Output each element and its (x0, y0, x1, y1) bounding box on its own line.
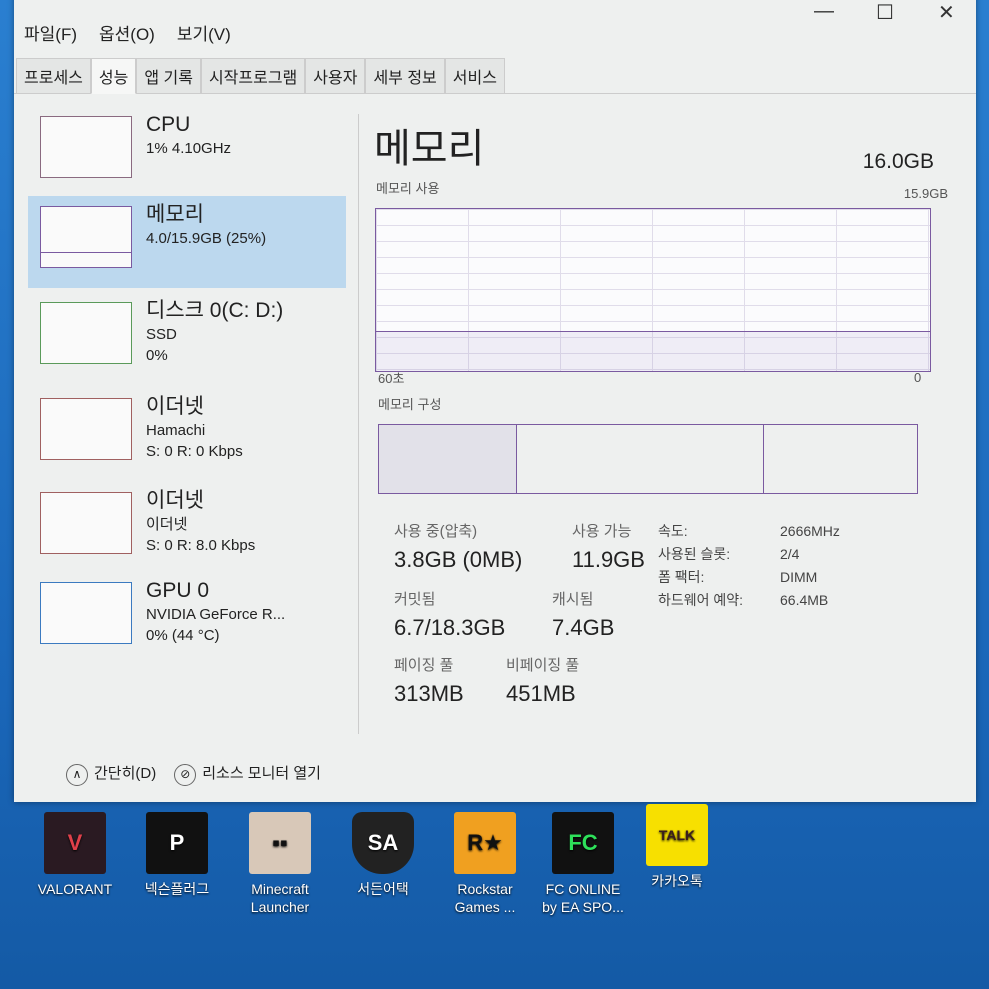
stat-committed: 커밋됨 6.7/18.3GB (394, 591, 506, 640)
stat-nonpaged-pool: 비페이징 풀 451MB (506, 657, 580, 706)
item-line1: 1% 4.10GHz (146, 140, 232, 157)
composition-free (764, 425, 917, 493)
detail-slots: 사용된 슬롯: 2/4 (658, 546, 800, 562)
menu-bar: 파일(F) 옵션(O) 보기(V) (24, 20, 231, 45)
axis-right-label: 0 (914, 370, 922, 385)
item-line1: 이더넷 (146, 516, 188, 533)
gpu-thumbnail (40, 582, 132, 644)
close-button[interactable]: ✕ (938, 0, 955, 25)
item-line2: S: 0 R: 8.0 Kbps (146, 537, 256, 554)
sidebar-item-disk[interactable]: 디스크 0(C: D:) SSD 0% (28, 292, 346, 384)
item-line1: 4.0/15.9GB (25%) (146, 230, 267, 247)
composition-standby (517, 425, 764, 493)
item-title: 이더넷 (146, 395, 204, 418)
nexon-plug-icon: P (146, 812, 208, 874)
rockstar-icon: R★ (454, 812, 516, 874)
resource-monitor-icon: ⊘ (174, 764, 197, 786)
total-memory: 16.0GB (862, 150, 934, 173)
item-title: 메모리 (146, 203, 204, 226)
maximize-button[interactable]: ☐ (876, 0, 894, 25)
desktop-icon-fc-online[interactable]: FC FC ONLINE by EA SPO... (538, 812, 628, 916)
stat-available: 사용 가능 11.9GB (572, 523, 645, 572)
chevron-up-icon: ∧ (66, 764, 88, 786)
item-title: CPU (146, 113, 191, 136)
detail-form-factor: 폼 팩터: DIMM (658, 569, 818, 585)
memory-composition-bar (378, 424, 918, 494)
desktop-icon-valorant[interactable]: V VALORANT (30, 812, 120, 898)
sudden-attack-icon: SA (352, 812, 414, 874)
desktop-icon-sudden-attack[interactable]: SA 서든어택 (338, 812, 428, 898)
sidebar-item-memory[interactable]: 메모리 4.0/15.9GB (25%) (28, 196, 346, 288)
task-manager-window: — ☐ ✕ 파일(F) 옵션(O) 보기(V) 프로세스 성능 앱 기록 시작프… (14, 0, 976, 802)
sidebar-item-gpu[interactable]: GPU 0 NVIDIA GeForce R... 0% (44 °C) (28, 572, 346, 664)
desktop-icon-rockstar[interactable]: R★ Rockstar Games ... (440, 812, 530, 916)
axis-left-label: 60초 (378, 371, 405, 386)
item-line2: 0% (146, 347, 168, 364)
tab-users[interactable]: 사용자 (305, 58, 366, 94)
tab-startup[interactable]: 시작프로그램 (200, 58, 306, 94)
composition-label: 메모리 구성 (378, 397, 442, 412)
tab-services[interactable]: 서비스 (444, 58, 505, 94)
valorant-icon: V (44, 812, 106, 874)
sidebar-item-ethernet-hamachi[interactable]: 이더넷 Hamachi S: 0 R: 0 Kbps (28, 388, 346, 480)
detail-hardware-reserved: 하드웨어 예약: 66.4MB (658, 592, 829, 608)
sidebar-item-cpu[interactable]: CPU 1% 4.10GHz (28, 106, 346, 198)
disk-thumbnail (40, 302, 132, 364)
ethernet-thumbnail (40, 492, 132, 554)
desktop-icon-kakaotalk[interactable]: TALK 카카오톡 (632, 804, 722, 890)
item-line2: 0% (44 °C) (146, 627, 220, 644)
item-line2: S: 0 R: 0 Kbps (146, 443, 243, 460)
fewer-details-button[interactable]: ∧ 간단히(D) (66, 762, 156, 786)
memory-usage-graph (375, 208, 931, 372)
memory-thumbnail (40, 206, 132, 268)
menu-view[interactable]: 보기(V) (177, 20, 231, 45)
tab-details[interactable]: 세부 정보 (365, 58, 445, 94)
item-title: 디스크 0(C: D:) (146, 299, 284, 322)
page-title: 메모리 (374, 127, 485, 171)
open-resource-monitor-link[interactable]: ⊘ 리소스 모니터 열기 (174, 762, 321, 786)
item-line1: SSD (146, 326, 177, 343)
item-line1: Hamachi (146, 422, 206, 439)
item-title: GPU 0 (146, 579, 210, 602)
sidebar-item-ethernet[interactable]: 이더넷 이더넷 S: 0 R: 8.0 Kbps (28, 482, 346, 574)
fc-online-icon: FC (552, 812, 614, 874)
stat-in-use: 사용 중(압축) 3.8GB (0MB) (394, 523, 523, 572)
tab-bar: 프로세스 성능 앱 기록 시작프로그램 사용자 세부 정보 서비스 (16, 58, 505, 94)
menu-file[interactable]: 파일(F) (24, 20, 77, 45)
item-line1: NVIDIA GeForce R... (146, 606, 286, 623)
usage-max: 15.9GB (903, 186, 948, 201)
desktop-icon-nexon-plug[interactable]: P 넥슨플러그 (132, 812, 222, 898)
stat-paged-pool: 페이징 풀 313MB (394, 657, 464, 706)
item-title: 이더넷 (146, 489, 204, 512)
ethernet-thumbnail (40, 398, 132, 460)
desktop-icon-minecraft[interactable]: ▪▪ Minecraft Launcher (235, 812, 325, 916)
stat-cached: 캐시됨 7.4GB (552, 591, 615, 640)
tab-app-history[interactable]: 앱 기록 (136, 58, 201, 94)
tab-performance[interactable]: 성능 (90, 58, 137, 94)
composition-in-use (379, 425, 517, 493)
minimize-button[interactable]: — (814, 0, 834, 23)
minecraft-icon: ▪▪ (249, 812, 311, 874)
usage-label: 메모리 사용 (376, 181, 440, 196)
kakaotalk-icon: TALK (646, 804, 708, 866)
memory-details: 속도: 2666MHz 사용된 슬롯: 2/4 폼 팩터: DIMM 하드웨어 예약:… (658, 520, 840, 612)
tab-processes[interactable]: 프로세스 (16, 58, 91, 94)
cpu-thumbnail (40, 116, 132, 178)
panel-divider (358, 114, 359, 734)
usage-fill (376, 330, 930, 371)
menu-options[interactable]: 옵션(O) (99, 20, 155, 45)
detail-speed: 속도: 2666MHz (658, 523, 840, 539)
footer: ∧ 간단히(D) ⊘ 리소스 모니터 열기 (66, 762, 321, 786)
